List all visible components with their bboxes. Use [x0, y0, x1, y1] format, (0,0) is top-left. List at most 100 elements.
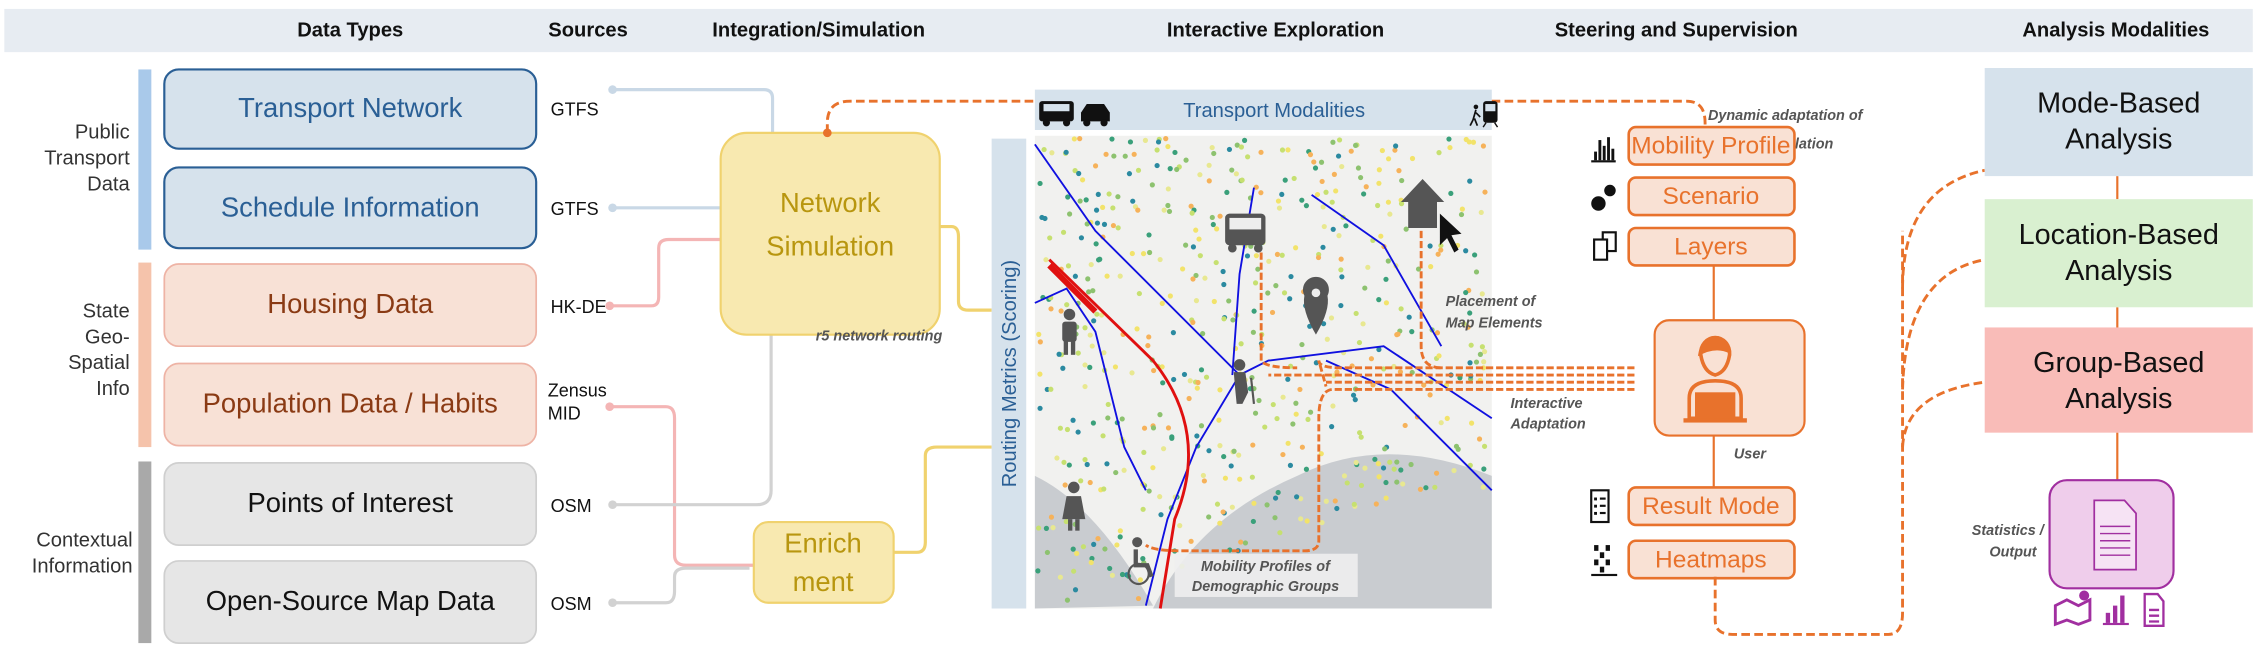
map-dot: [1314, 191, 1321, 198]
map-dot: [1269, 309, 1276, 316]
steer-button-heatmaps[interactable]: Heatmaps: [1591, 539, 1796, 580]
map-dot: [1037, 405, 1043, 411]
steer-button-mobility-profile[interactable]: Mobility Profile: [1591, 125, 1796, 166]
map-dot: [1463, 136, 1469, 143]
map-dot: [1135, 167, 1142, 173]
map-dot: [1209, 144, 1215, 151]
map-dot: [1472, 252, 1478, 258]
map-dot: [1376, 167, 1382, 173]
map-dot: [1075, 429, 1081, 435]
steer-button-result-mode[interactable]: Result Mode: [1590, 486, 1796, 527]
map-dot: [1290, 421, 1296, 427]
map-dot: [1270, 401, 1276, 408]
map-dot: [1222, 475, 1229, 481]
map-dot: [1324, 336, 1330, 342]
map-icon[interactable]: [2053, 590, 2092, 627]
map-dot: [1229, 504, 1235, 510]
steer-button-label: Result Mode: [1642, 493, 1780, 520]
map-dot: [1154, 147, 1160, 153]
map-dot: [1103, 151, 1109, 157]
map-dot: [1117, 528, 1123, 534]
group-bar-geospatial: [138, 262, 152, 448]
document-icon[interactable]: [2143, 592, 2165, 627]
map-dot: [1406, 314, 1412, 320]
map-dot: [1072, 587, 1079, 593]
map-dot: [1190, 319, 1196, 325]
map-dot: [1476, 436, 1483, 442]
map-dot: [1304, 518, 1310, 524]
svg-text:Mobility Profiles of: Mobility Profiles of: [1201, 559, 1331, 575]
map-dot: [1091, 318, 1097, 324]
map-dot: [1077, 136, 1083, 142]
map-dot: [1315, 254, 1322, 261]
map-dot: [1109, 572, 1116, 578]
map-dot: [1409, 155, 1416, 162]
routing-metrics-label: Routing Metrics (Scoring): [999, 260, 1021, 487]
map-dot: [1160, 446, 1167, 452]
steer-button-layers[interactable]: Layers: [1593, 226, 1796, 267]
map-dot: [1372, 456, 1378, 462]
steer-button-scenario[interactable]: Scenario: [1591, 176, 1796, 217]
map-dot: [1066, 462, 1072, 468]
map-dot: [1194, 385, 1200, 391]
map-dot: [1146, 334, 1152, 340]
map-dot: [1036, 525, 1042, 531]
map-view[interactable]: Mobility Profiles of Demographic Groups: [1034, 135, 1493, 609]
map-dot: [1154, 162, 1160, 169]
map-dot: [1427, 392, 1433, 398]
map-dot: [1249, 474, 1255, 480]
analysis-location-based[interactable]: Location-Based Analysis: [1984, 199, 2253, 308]
map-dot: [1110, 205, 1116, 211]
map-dot: [1074, 550, 1080, 557]
map-dot: [1274, 415, 1280, 422]
chart-icon[interactable]: [2102, 595, 2129, 626]
map-dot: [1467, 178, 1473, 184]
map-dot: [1226, 146, 1233, 153]
map-dot: [1299, 341, 1305, 348]
map-dot: [1387, 459, 1393, 465]
map-dot: [1353, 459, 1359, 466]
map-dot: [1217, 213, 1223, 219]
svg-text:State: State: [83, 300, 130, 322]
svg-text:Demographic Groups: Demographic Groups: [1192, 579, 1339, 595]
map-dot: [1480, 484, 1486, 490]
map-dot: [1048, 386, 1054, 392]
map-dot: [1110, 222, 1117, 229]
map-dot: [1198, 423, 1205, 429]
map-dot: [1206, 448, 1212, 454]
map-dot: [1352, 397, 1358, 403]
map-dot: [1293, 245, 1299, 251]
svg-text:Public: Public: [75, 122, 130, 144]
map-dot: [1375, 202, 1381, 209]
map-dot: [1238, 144, 1245, 150]
map-dot: [1393, 143, 1399, 149]
map-dot: [1196, 236, 1202, 242]
map-dot: [1400, 481, 1406, 487]
map-dot: [1250, 329, 1256, 335]
map-dot: [1087, 364, 1093, 370]
analysis-mode-based[interactable]: Mode-Based Analysis: [1984, 68, 2253, 177]
map-dot: [1399, 177, 1405, 184]
map-dot: [1170, 330, 1176, 336]
map-dot: [1037, 180, 1043, 187]
map-dot: [1380, 465, 1387, 471]
map-dot: [1341, 473, 1348, 479]
map-dot: [1141, 449, 1147, 455]
map-dot: [1105, 401, 1111, 408]
map-dot: [1339, 163, 1345, 170]
map-dot: [1043, 525, 1049, 531]
map-dot: [1299, 444, 1305, 450]
svg-text:Analysis: Analysis: [2065, 383, 2172, 415]
map-dot: [1082, 457, 1088, 463]
analysis-group-based[interactable]: Group-Based Analysis: [1984, 327, 2253, 433]
map-dot: [1094, 311, 1100, 317]
statistics-output-box[interactable]: [2048, 479, 2175, 590]
map-dot: [1177, 523, 1183, 529]
map-dot: [1280, 394, 1286, 400]
map-dot: [1190, 276, 1196, 282]
map-dot: [1085, 276, 1091, 282]
svg-text:Mode-Based: Mode-Based: [2037, 88, 2200, 120]
framework-diagram: Data Types Sources Integration/Simulatio…: [4, 8, 2253, 644]
map-dot: [1459, 206, 1465, 212]
map-dot: [1171, 376, 1177, 383]
